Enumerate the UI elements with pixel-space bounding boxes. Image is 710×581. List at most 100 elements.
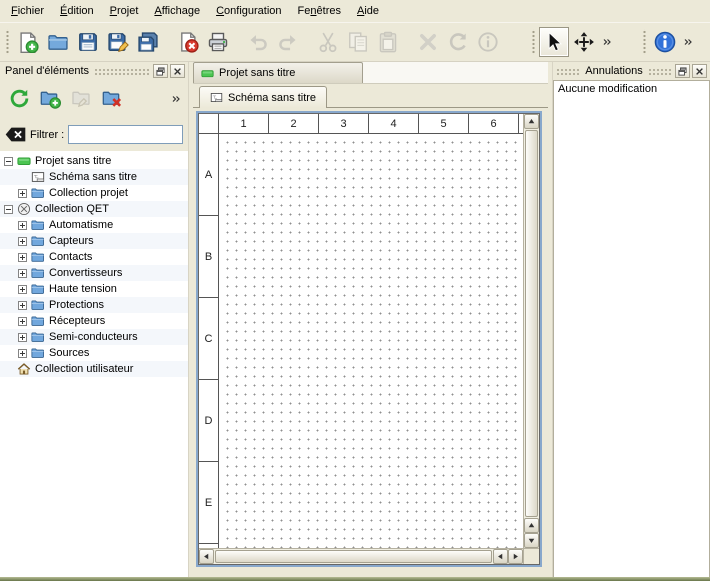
v-scroll-arrow-up-button[interactable]: [524, 114, 539, 129]
menu-item-edition[interactable]: Édition: [52, 2, 102, 21]
cut-button[interactable]: [313, 27, 343, 57]
tree-item-automatisme[interactable]: Automatisme: [0, 217, 188, 233]
vertical-scroll-thumb[interactable]: [525, 130, 538, 517]
print-button[interactable]: [203, 27, 233, 57]
tree-item-projet-sans-titre[interactable]: Projet sans titre: [0, 153, 188, 169]
rotate-button[interactable]: [443, 27, 473, 57]
tree-item-schema-sans-titre[interactable]: Schéma sans titre: [0, 169, 188, 185]
undo-panel-close-button[interactable]: [692, 64, 707, 78]
reload-collections-button[interactable]: [5, 85, 33, 113]
copy-button[interactable]: [343, 27, 373, 57]
tree-item-collection-utilisateur[interactable]: Collection utilisateur: [0, 361, 188, 377]
row-header-c: C: [199, 298, 218, 380]
diagram-column-headers: 123456: [219, 114, 523, 134]
panel-overflow-button[interactable]: [169, 85, 183, 113]
horizontal-scroll-thumb[interactable]: [215, 550, 492, 563]
undo-panel-float-button[interactable]: [675, 64, 690, 78]
project-tab[interactable]: Projet sans titre: [193, 62, 363, 83]
new-element-button[interactable]: [36, 85, 64, 113]
horizontal-scrollbar[interactable]: [199, 548, 523, 564]
expand-icon[interactable]: [18, 285, 27, 294]
schema-icon: [210, 91, 223, 104]
elements-panel-toolbar: [0, 80, 188, 117]
clear-filter-button[interactable]: [5, 127, 26, 142]
elements-panel-grip[interactable]: [94, 67, 150, 75]
vertical-scrollbar[interactable]: [523, 114, 539, 548]
expand-icon[interactable]: [18, 221, 27, 230]
tree-item-sources[interactable]: Sources: [0, 345, 188, 361]
folder-icon: [31, 186, 45, 200]
qet-collection-icon: [17, 202, 31, 216]
column-header-4: 4: [369, 114, 419, 133]
folder-icon: [31, 330, 45, 344]
v-scroll-arrow-down-button[interactable]: [524, 533, 539, 548]
expand-icon[interactable]: [18, 349, 27, 358]
expand-icon[interactable]: [18, 253, 27, 262]
elements-panel-close-button[interactable]: [170, 64, 185, 78]
toolbar-group: [539, 27, 614, 57]
diagram-canvas[interactable]: [220, 135, 523, 548]
tree-item-collection-projet[interactable]: Collection projet: [0, 185, 188, 201]
tree-item-capteurs[interactable]: Capteurs: [0, 233, 188, 249]
tree-item-label: Schéma sans titre: [49, 171, 137, 183]
menu-bar: FichierÉditionProjetAffichageConfigurati…: [0, 0, 710, 22]
expand-icon[interactable]: [18, 317, 27, 326]
menu-item-affichage[interactable]: Affichage: [146, 2, 208, 21]
about-button[interactable]: [650, 27, 680, 57]
tree-item-haute-tension[interactable]: Haute tension: [0, 281, 188, 297]
toolbar-grip[interactable]: [530, 29, 535, 55]
expand-icon[interactable]: [18, 269, 27, 278]
save-all-button[interactable]: [133, 27, 163, 57]
folder-icon: [31, 250, 45, 264]
filter-input[interactable]: [68, 125, 183, 144]
delete-button[interactable]: [413, 27, 443, 57]
tree-item-convertisseurs[interactable]: Convertisseurs: [0, 265, 188, 281]
collapse-icon[interactable]: [4, 205, 13, 214]
expand-icon[interactable]: [18, 237, 27, 246]
expand-icon[interactable]: [18, 301, 27, 310]
delete-element-button[interactable]: [98, 85, 126, 113]
menu-item-fenetres[interactable]: Fenêtres: [290, 2, 349, 21]
selection-mode-button[interactable]: [539, 27, 569, 57]
tree-item-semi-conducteurs[interactable]: Semi-conducteurs: [0, 329, 188, 345]
schema-tab-label: Schéma sans titre: [228, 92, 316, 104]
menu-item-projet[interactable]: Projet: [102, 2, 147, 21]
folder-icon: [31, 298, 45, 312]
new-button[interactable]: [13, 27, 43, 57]
qelectrotech-window: FichierÉditionProjetAffichageConfigurati…: [0, 0, 710, 581]
menu-item-aide[interactable]: Aide: [349, 2, 387, 21]
tree-item-contacts[interactable]: Contacts: [0, 249, 188, 265]
schema-tab[interactable]: Schéma sans titre: [199, 86, 327, 108]
collapse-icon[interactable]: [4, 157, 13, 166]
undo-history-item[interactable]: Aucune modification: [554, 81, 709, 97]
elements-panel-float-button[interactable]: [153, 64, 168, 78]
undo-button[interactable]: [243, 27, 273, 57]
undo-panel-grip[interactable]: [556, 67, 580, 75]
folder-icon: [31, 346, 45, 360]
view-toolbar-overflow-button[interactable]: [599, 27, 614, 57]
paste-button[interactable]: [373, 27, 403, 57]
help-toolbar-overflow-button[interactable]: [680, 27, 695, 57]
h-scroll-arrow-left-button[interactable]: [199, 549, 214, 564]
undo-panel-grip[interactable]: [648, 67, 672, 75]
h-scroll-arrow-right-button[interactable]: [508, 549, 523, 564]
menu-item-fichier[interactable]: Fichier: [3, 2, 52, 21]
redo-button[interactable]: [273, 27, 303, 57]
tree-item-protections[interactable]: Protections: [0, 297, 188, 313]
pan-mode-button[interactable]: [569, 27, 599, 57]
h-scroll-arrow-left-button[interactable]: [493, 549, 508, 564]
expand-icon[interactable]: [18, 189, 27, 198]
toolbar-grip[interactable]: [4, 29, 9, 55]
tree-item-recepteurs[interactable]: Récepteurs: [0, 313, 188, 329]
conductor-info-button[interactable]: [473, 27, 503, 57]
expand-icon[interactable]: [18, 333, 27, 342]
menu-item-configuration[interactable]: Configuration: [208, 2, 289, 21]
close-file-button[interactable]: [173, 27, 203, 57]
v-scroll-arrow-up-button[interactable]: [524, 518, 539, 533]
toolbar-grip[interactable]: [641, 29, 646, 55]
tree-item-collection-qet[interactable]: Collection QET: [0, 201, 188, 217]
open-button[interactable]: [43, 27, 73, 57]
edit-element-button[interactable]: [67, 85, 95, 113]
save-button[interactable]: [73, 27, 103, 57]
save-as-button[interactable]: [103, 27, 133, 57]
